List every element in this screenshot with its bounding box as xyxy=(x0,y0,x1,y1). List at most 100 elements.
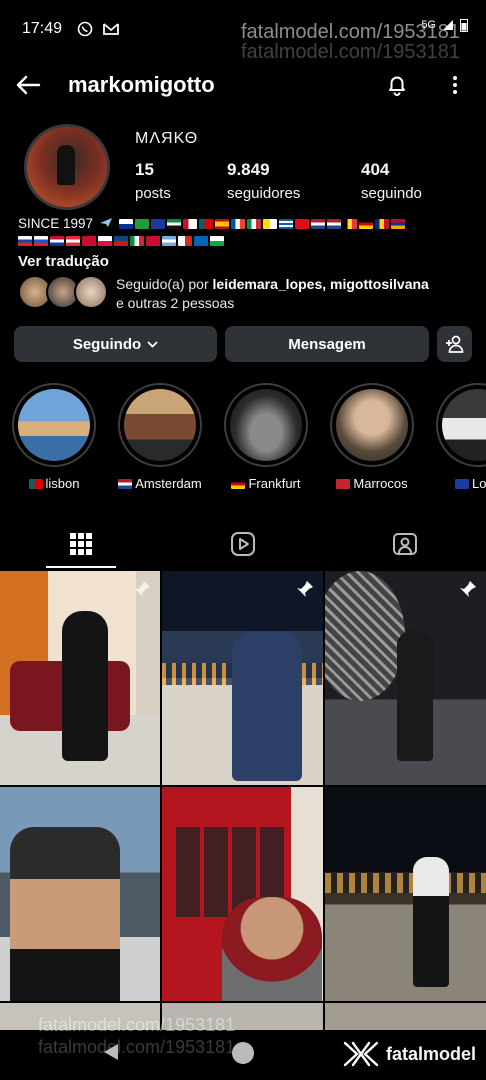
chevron-down-icon xyxy=(147,340,158,348)
watermark-top-text: fatalmodel.com/1953181 xyxy=(240,21,460,43)
flag-icon xyxy=(247,218,262,229)
watermark-top: fatalmodel.com/1953181 fatalmodel.com/19… xyxy=(241,22,460,62)
brand-name: fatalmodel xyxy=(385,1043,476,1064)
brand-logo: fatalmodel xyxy=(342,1040,476,1068)
flag-icon xyxy=(119,218,134,229)
nav-back-icon[interactable] xyxy=(102,1042,120,1062)
watermark-top-ghost: fatalmodel.com/1953181 xyxy=(240,41,460,63)
post-thumbnail[interactable] xyxy=(0,787,160,1001)
flag-icon xyxy=(167,218,182,229)
highlight-ring xyxy=(436,383,486,467)
followed-by[interactable]: Seguido(a) por leidemara_lopes, migottos… xyxy=(18,275,468,313)
post-grid xyxy=(0,571,486,1030)
profile-avatar[interactable] xyxy=(24,124,110,210)
post-thumbnail[interactable] xyxy=(162,571,323,785)
story-highlights: lisbon Amsterdam Frankfurt Marrocos Lond xyxy=(12,383,486,491)
status-app-icons xyxy=(76,20,120,38)
tab-reels[interactable] xyxy=(162,520,324,568)
flag-icon xyxy=(391,218,406,229)
highlight-label-text: lisbon xyxy=(45,476,80,491)
highlight-label: lisbon xyxy=(28,476,80,491)
flag-icon xyxy=(114,236,128,246)
flag-icon xyxy=(231,218,246,229)
stat-following[interactable]: 404 seguindo xyxy=(361,160,422,202)
highlight-label: Marrocos xyxy=(336,476,408,491)
message-button[interactable]: Mensagem xyxy=(225,326,429,362)
flag-icon xyxy=(82,236,96,246)
mutual-avatars xyxy=(18,275,110,309)
flag-icon xyxy=(194,236,208,246)
more-vertical-icon[interactable] xyxy=(440,70,470,100)
profile-summary: ΜΛЯΚΘ 15 posts 9.849 seguidores 404 segu… xyxy=(24,124,464,214)
highlight-label: Lond xyxy=(455,476,486,491)
flag-icon xyxy=(343,218,358,229)
stat-posts[interactable]: 15 posts xyxy=(135,160,227,202)
stat-followers[interactable]: 9.849 seguidores xyxy=(227,160,361,202)
flag-icon xyxy=(183,218,198,229)
flag-icon xyxy=(263,218,278,229)
highlight-lisbon[interactable]: lisbon xyxy=(12,383,96,491)
flag-row-1 xyxy=(119,218,406,229)
highlight-label-text: Amsterdam xyxy=(135,476,202,491)
add-person-icon xyxy=(445,335,463,353)
flag-icon xyxy=(151,218,166,229)
flag-icon xyxy=(135,218,150,229)
flag-icon xyxy=(18,236,32,246)
back-arrow-icon[interactable] xyxy=(12,69,44,101)
flag-icon xyxy=(295,218,310,229)
nav-home-button[interactable] xyxy=(232,1042,254,1064)
flag-icon xyxy=(336,478,351,489)
flag-icon xyxy=(199,218,214,229)
post-thumbnail[interactable] xyxy=(325,787,486,1001)
highlight-cover xyxy=(230,389,302,461)
gmail-icon xyxy=(102,20,120,38)
flag-icon xyxy=(146,236,160,246)
flag-icon xyxy=(359,218,374,229)
posts-count: 15 xyxy=(135,160,154,179)
highlight-ring xyxy=(330,383,414,467)
bell-icon[interactable] xyxy=(382,70,412,100)
post-thumbnail[interactable] xyxy=(0,571,160,785)
highlight-ring xyxy=(118,383,202,467)
avatar-image xyxy=(27,127,107,207)
highlight-ring xyxy=(12,383,96,467)
post-thumbnail[interactable] xyxy=(325,571,486,785)
highlight-label-text: Marrocos xyxy=(353,476,408,491)
display-name: ΜΛЯΚΘ xyxy=(135,130,199,147)
highlight-london[interactable]: Lond xyxy=(436,383,486,491)
pin-icon xyxy=(297,581,313,597)
flag-icon xyxy=(130,236,144,246)
pin-icon xyxy=(134,581,150,597)
highlight-label: Amsterdam xyxy=(118,476,202,491)
see-translation-link[interactable]: Ver tradução xyxy=(18,253,468,270)
posts-label: posts xyxy=(135,185,171,202)
following-button-label: Seguindo xyxy=(72,335,142,353)
profile-bio: SINCE 1997 Ver tradução xyxy=(18,216,468,270)
add-person-button[interactable] xyxy=(437,326,472,362)
status-time: 17:49 xyxy=(22,20,63,37)
flag-icon xyxy=(28,478,43,489)
highlight-cover xyxy=(124,389,196,461)
profile-username: markomigotto xyxy=(68,72,215,97)
followed-by-suffix: e outras 2 pessoas xyxy=(116,295,235,311)
highlight-amsterdam[interactable]: Amsterdam xyxy=(118,383,202,491)
followed-by-prefix: Seguido(a) por xyxy=(116,276,209,292)
followed-by-names[interactable]: leidemara_lopes, migottosilvana xyxy=(213,276,429,292)
highlight-frankfurt[interactable]: Frankfurt xyxy=(224,383,308,491)
highlight-label-text: Frankfurt xyxy=(248,476,301,491)
flag-icon xyxy=(210,236,224,246)
tagged-icon xyxy=(393,533,417,555)
following-button[interactable]: Seguindo xyxy=(14,326,217,362)
flag-icon xyxy=(231,478,246,489)
message-button-label: Mensagem xyxy=(288,335,366,353)
flag-icon xyxy=(279,218,294,229)
tab-tagged[interactable] xyxy=(324,520,486,568)
tab-posts-grid[interactable] xyxy=(0,520,162,568)
highlight-cover xyxy=(336,389,408,461)
post-thumbnail[interactable] xyxy=(162,787,323,1001)
highlight-cover xyxy=(18,389,90,461)
flag-icon xyxy=(66,236,80,246)
bio-since: SINCE 1997 xyxy=(18,216,94,231)
highlight-marrocos[interactable]: Marrocos xyxy=(330,383,414,491)
whatsapp-icon xyxy=(76,20,94,38)
